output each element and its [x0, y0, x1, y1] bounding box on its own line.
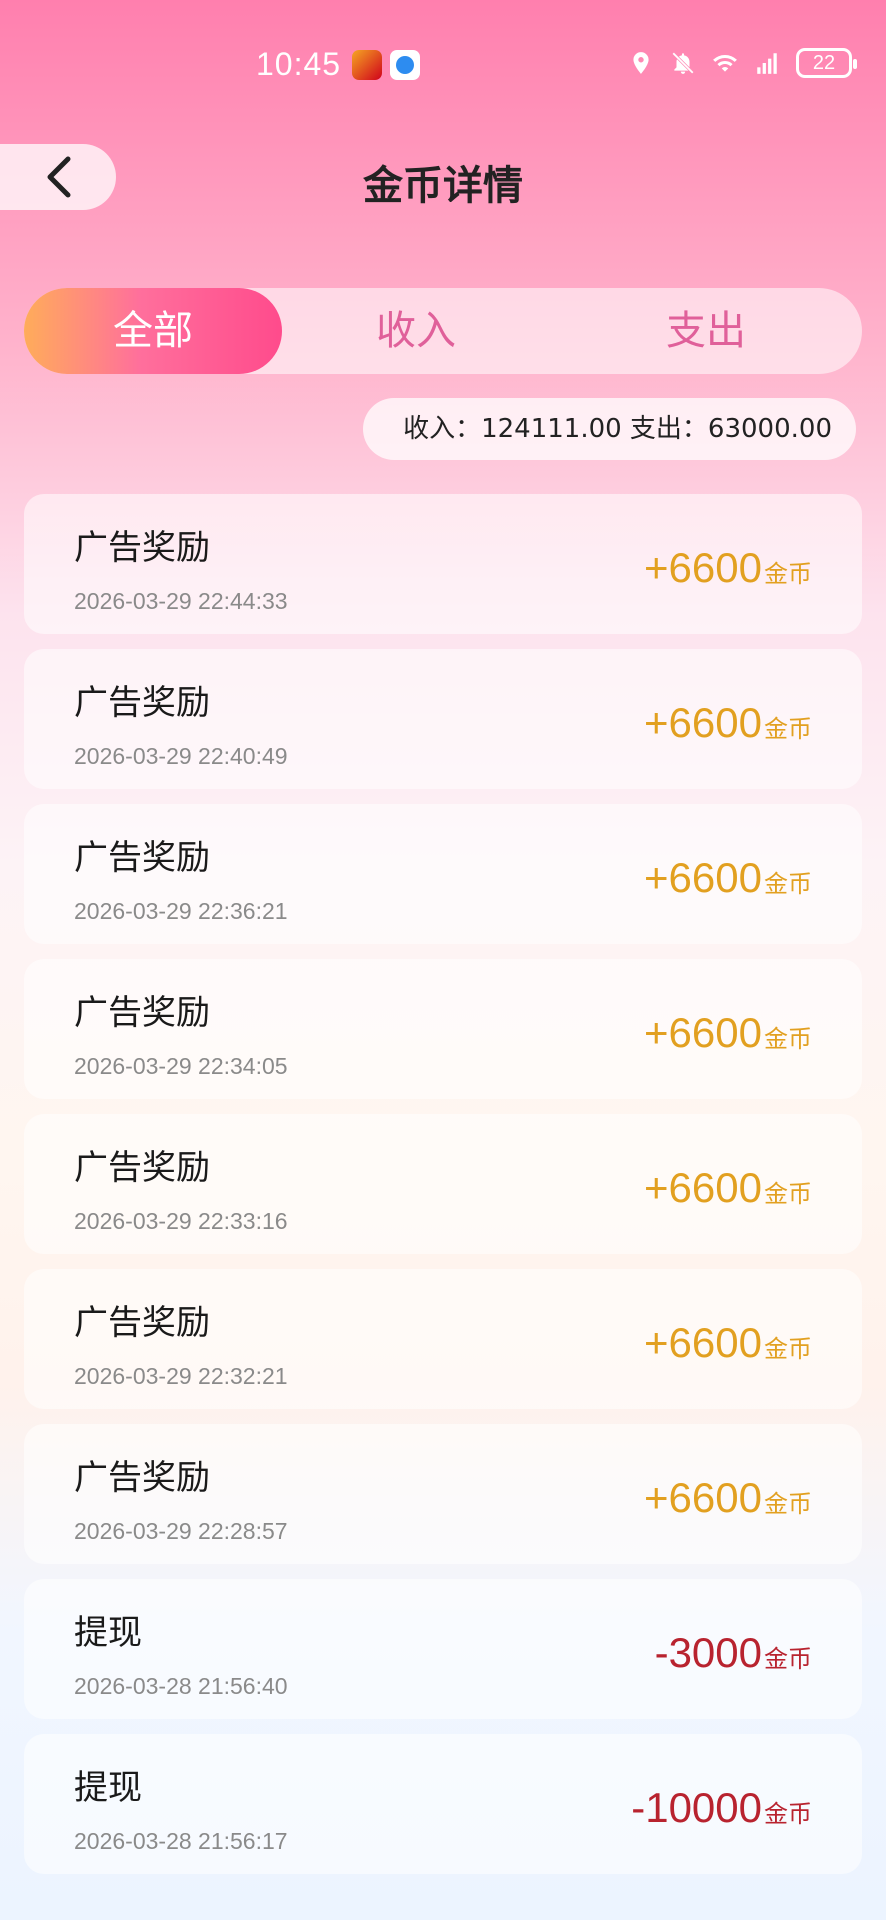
- list-item[interactable]: 提现 2026-03-28 21:56:40 -3000金币: [24, 1579, 862, 1719]
- record-time: 2026-03-29 22:33:16: [74, 1208, 288, 1234]
- amount-value: +6600: [644, 1164, 762, 1211]
- record-title: 广告奖励: [74, 528, 210, 568]
- record-time: 2026-03-29 22:40:49: [74, 743, 288, 769]
- signal-icon: [757, 53, 777, 74]
- record-title: 广告奖励: [74, 1148, 210, 1188]
- summary-badge: 收入：124111.00 支出：63000.00: [363, 398, 856, 460]
- amount-value: +6600: [644, 699, 762, 746]
- record-time: 2026-03-29 22:34:05: [74, 1053, 288, 1079]
- amount-value: +6600: [644, 1319, 762, 1366]
- record-title: 广告奖励: [74, 993, 210, 1033]
- amount-unit: 金币: [764, 1490, 812, 1518]
- amount-unit: 金币: [764, 1180, 812, 1208]
- list-item[interactable]: 广告奖励 2026-03-29 22:33:16 +6600金币: [24, 1114, 862, 1254]
- record-time: 2026-03-29 22:28:57: [74, 1518, 288, 1544]
- record-list: 广告奖励 2026-03-29 22:44:33 +6600金币 广告奖励 20…: [24, 494, 862, 1889]
- record-title: 广告奖励: [74, 838, 210, 878]
- list-item[interactable]: 广告奖励 2026-03-29 22:34:05 +6600金币: [24, 959, 862, 1099]
- amount-unit: 金币: [764, 870, 812, 898]
- record-title: 提现: [74, 1613, 142, 1653]
- record-amount: +6600金币: [644, 544, 812, 592]
- battery-icon: 22: [796, 48, 857, 78]
- amount-unit: 金币: [764, 1025, 812, 1053]
- amount-unit: 金币: [764, 715, 812, 743]
- amount-value: -3000: [654, 1629, 762, 1676]
- status-time: 10:45: [256, 46, 342, 82]
- list-item[interactable]: 广告奖励 2026-03-29 22:44:33 +6600金币: [24, 494, 862, 634]
- tab-expense[interactable]: 支出: [616, 288, 796, 374]
- amount-value: -10000: [631, 1784, 762, 1831]
- filter-tabs: 全部 收入 支出: [24, 288, 862, 374]
- record-time: 2026-03-28 21:56:17: [74, 1828, 288, 1854]
- record-amount: +6600金币: [644, 1474, 812, 1522]
- list-item[interactable]: 广告奖励 2026-03-29 22:28:57 +6600金币: [24, 1424, 862, 1564]
- location-icon: [633, 52, 649, 74]
- list-item[interactable]: 广告奖励 2026-03-29 22:32:21 +6600金币: [24, 1269, 862, 1409]
- tab-all[interactable]: 全部: [24, 288, 282, 374]
- record-title: 广告奖励: [74, 1458, 210, 1498]
- app-notification-icon: [352, 50, 382, 80]
- record-title: 提现: [74, 1768, 142, 1808]
- list-item[interactable]: 提现 2026-03-28 21:56:17 -10000金币: [24, 1734, 862, 1874]
- amount-unit: 金币: [764, 560, 812, 588]
- list-item[interactable]: 广告奖励 2026-03-29 22:40:49 +6600金币: [24, 649, 862, 789]
- record-amount: -3000金币: [655, 1629, 812, 1677]
- record-amount: +6600金币: [644, 1164, 812, 1212]
- record-amount: +6600金币: [644, 1319, 812, 1367]
- status-bar: 10:45 22: [0, 0, 886, 130]
- list-item[interactable]: 广告奖励 2026-03-29 22:36:21 +6600金币: [24, 804, 862, 944]
- mute-bell-icon: [672, 52, 694, 74]
- record-title: 广告奖励: [74, 1303, 210, 1343]
- amount-unit: 金币: [764, 1645, 812, 1673]
- amount-value: +6600: [644, 1474, 762, 1521]
- page-title: 金币详情: [363, 163, 523, 209]
- record-time: 2026-03-28 21:56:40: [74, 1673, 288, 1699]
- record-time: 2026-03-29 22:36:21: [74, 898, 288, 924]
- record-time: 2026-03-29 22:44:33: [74, 588, 288, 614]
- record-amount: -10000金币: [631, 1784, 812, 1832]
- tab-income[interactable]: 收入: [326, 288, 506, 374]
- amount-value: +6600: [644, 544, 762, 591]
- browser-notification-icon: [390, 50, 420, 80]
- record-time: 2026-03-29 22:32:21: [74, 1363, 288, 1389]
- record-title: 广告奖励: [74, 683, 210, 723]
- amount-unit: 金币: [764, 1800, 812, 1828]
- status-icons: 22: [628, 48, 857, 78]
- record-amount: +6600金币: [644, 699, 812, 747]
- wifi-icon: [713, 55, 737, 72]
- amount-unit: 金币: [764, 1335, 812, 1363]
- amount-value: +6600: [644, 854, 762, 901]
- record-amount: +6600金币: [644, 854, 812, 902]
- amount-value: +6600: [644, 1009, 762, 1056]
- record-amount: +6600金币: [644, 1009, 812, 1057]
